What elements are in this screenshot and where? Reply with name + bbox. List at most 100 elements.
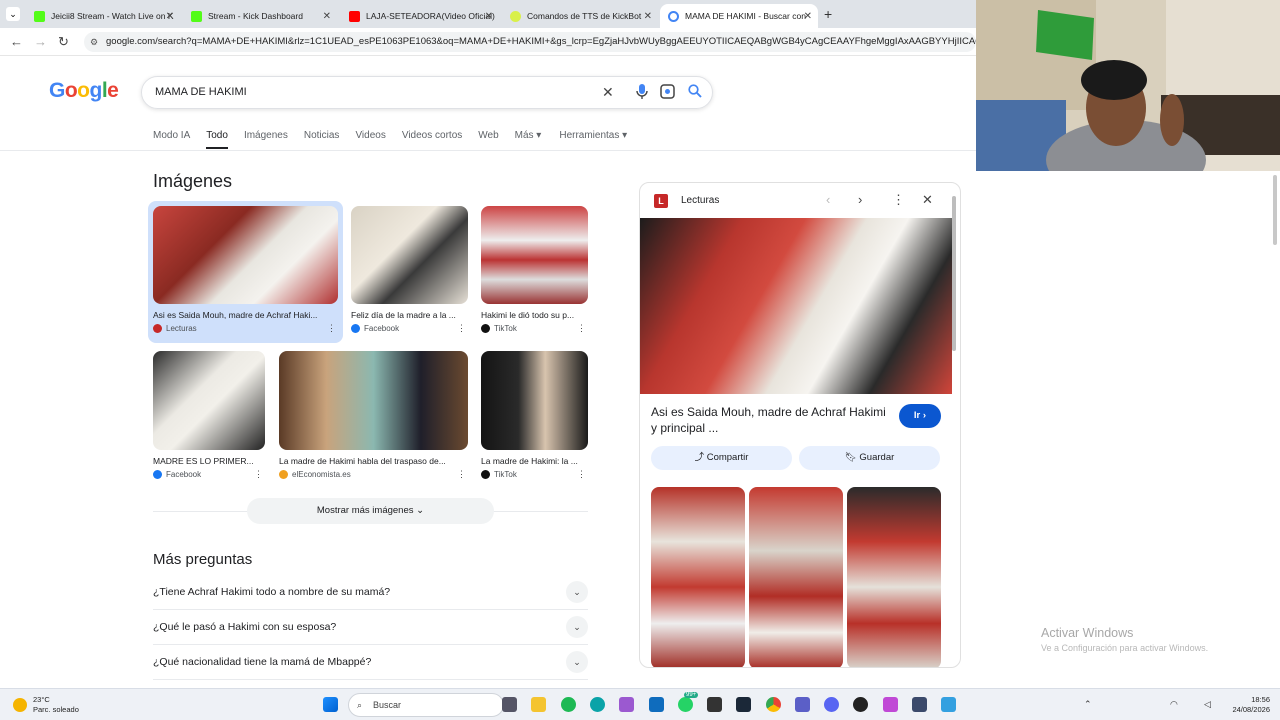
windows-start-icon[interactable] <box>323 697 338 712</box>
store-icon[interactable] <box>707 697 722 712</box>
related-image[interactable] <box>651 487 745 667</box>
clock[interactable]: 18:56 24/08/2026 <box>1226 695 1270 715</box>
image-caption[interactable]: La madre de Hakimi habla del traspaso de… <box>279 456 468 466</box>
close-tab-icon[interactable]: ✕ <box>485 11 493 22</box>
image-caption[interactable]: Hakimi le dió todo su p... <box>481 310 588 320</box>
preview-caption[interactable]: Asi es Saida Mouh, madre de Achraf Hakim… <box>651 404 886 436</box>
chevron-down-icon[interactable]: ⌄ <box>566 616 588 638</box>
tab-videos-cortos[interactable]: Videos cortos <box>402 130 462 149</box>
more-options-icon[interactable]: ⋮ <box>254 469 263 480</box>
tray-chevron-icon[interactable]: ⌃ <box>1084 699 1092 710</box>
close-tab-icon[interactable]: ✕ <box>804 11 812 22</box>
image-thumbnail[interactable] <box>481 206 588 304</box>
wifi-icon[interactable]: ◠ <box>1170 699 1178 710</box>
image-thumbnail[interactable] <box>481 351 588 450</box>
more-options-icon[interactable]: ⋮ <box>327 323 336 334</box>
tab-modo-ia[interactable]: Modo IA <box>153 130 190 149</box>
site-info-icon[interactable]: ⚙ <box>90 32 98 52</box>
tab-search-button[interactable]: ⌄ <box>6 7 20 21</box>
related-image[interactable] <box>847 487 941 667</box>
task-view-icon[interactable] <box>502 697 517 712</box>
volume-icon[interactable]: ◁ <box>1204 699 1211 710</box>
image-thumbnail[interactable] <box>153 351 265 450</box>
more-options-icon[interactable]: ⋮ <box>577 323 586 334</box>
address-bar[interactable]: ⚙ google.com/search?q=MAMA+DE+HAKIMI&rlz=… <box>84 32 976 52</box>
search-box[interactable]: MAMA DE HAKIMI ✕ <box>141 76 713 109</box>
app-icon[interactable] <box>883 697 898 712</box>
image-caption[interactable]: Asi es Saida Mouh, madre de Achraf Haki.… <box>153 310 338 320</box>
save-button[interactable]: 🔖︎ Guardar <box>799 446 940 470</box>
browser-tab-4[interactable]: Comandos de TTS de KickBot ✕ <box>502 4 658 28</box>
copilot-icon[interactable] <box>619 697 634 712</box>
share-button[interactable]: ⤴ Compartir <box>651 446 792 470</box>
panel-scrollbar[interactable] <box>952 196 956 351</box>
edge-icon[interactable] <box>590 697 605 712</box>
more-options-icon[interactable]: ⋮ <box>457 469 466 480</box>
discord-icon[interactable] <box>824 697 839 712</box>
image-result-4[interactable]: MADRE ES LO PRIMER... Facebook ⋮ <box>153 351 265 479</box>
browser-tab-2[interactable]: Stream - Kick Dashboard ✕ <box>183 4 337 28</box>
image-caption[interactable]: Feliz día de la madre a la ... <box>351 310 468 320</box>
image-caption[interactable]: La madre de Hakimi: la ... <box>481 456 588 466</box>
faq-item[interactable]: ¿Qué le pasó a Hakimi con su esposa? ⌄ <box>153 610 588 645</box>
close-tab-icon[interactable]: ✕ <box>323 11 331 22</box>
chrome-icon[interactable] <box>766 697 781 712</box>
back-icon[interactable]: ← <box>10 34 23 49</box>
browser-tab-5[interactable]: MAMA DE HAKIMI - Buscar con ✕ <box>660 4 818 28</box>
lens-icon[interactable] <box>660 84 675 102</box>
steam-icon[interactable] <box>736 697 751 712</box>
image-result-6[interactable]: La madre de Hakimi: la ... TikTok ⋮ <box>481 351 588 479</box>
spotify-icon[interactable] <box>561 697 576 712</box>
taskbar-search[interactable]: ⌕ Buscar <box>348 693 504 717</box>
obs-icon[interactable] <box>853 697 868 712</box>
reload-icon[interactable]: ↻ <box>58 34 69 50</box>
more-options-icon[interactable]: ⋮ <box>892 192 905 208</box>
tab-herramientas[interactable]: Herramientas ▾ <box>559 130 627 149</box>
browser-tab-3[interactable]: LAJA-SETEADORA(Video Oficial) ✕ <box>341 4 499 28</box>
chevron-down-icon[interactable]: ⌄ <box>566 651 588 673</box>
tab-videos[interactable]: Videos <box>355 130 385 149</box>
image-thumbnail[interactable] <box>153 206 338 304</box>
faq-item[interactable]: ¿Qué nacionalidad tiene la mamá de Mbapp… <box>153 645 588 680</box>
image-caption[interactable]: MADRE ES LO PRIMER... <box>153 456 265 466</box>
notepad-icon[interactable] <box>941 697 956 712</box>
whatsapp-icon[interactable] <box>678 697 693 712</box>
previous-icon[interactable]: ‹ <box>826 192 830 207</box>
tab-web[interactable]: Web <box>478 130 498 149</box>
microphone-icon[interactable] <box>636 84 648 103</box>
close-tab-icon[interactable]: ✕ <box>166 11 174 22</box>
image-thumbnail[interactable] <box>279 351 468 450</box>
more-options-icon[interactable]: ⋮ <box>577 469 586 480</box>
panel-source[interactable]: Lecturas <box>681 195 719 206</box>
show-more-images-button[interactable]: Mostrar más imágenes ⌄ <box>247 498 494 524</box>
tab-todo[interactable]: Todo <box>206 130 228 149</box>
image-result-2[interactable]: Feliz día de la madre a la ... Facebook ⋮ <box>351 206 468 333</box>
close-tab-icon[interactable]: ✕ <box>644 11 652 22</box>
search-icon[interactable] <box>688 84 702 101</box>
image-result-5[interactable]: La madre de Hakimi habla del traspaso de… <box>279 351 468 479</box>
search-input[interactable]: MAMA DE HAKIMI <box>155 86 247 98</box>
related-image[interactable] <box>749 487 843 667</box>
image-result-1[interactable]: Asi es Saida Mouh, madre de Achraf Haki.… <box>153 206 338 333</box>
app-icon[interactable] <box>912 697 927 712</box>
outlook-icon[interactable] <box>649 697 664 712</box>
tab-mas[interactable]: Más ▾ <box>515 130 542 149</box>
preview-image[interactable]: ⌕ <box>640 218 952 394</box>
weather-widget[interactable]: 23°C Parc. soleado <box>13 695 79 715</box>
clear-icon[interactable]: ✕ <box>602 84 614 101</box>
go-button[interactable]: Ir › <box>899 404 941 428</box>
next-icon[interactable]: › <box>858 192 862 207</box>
forward-icon[interactable]: → <box>34 34 47 49</box>
faq-item[interactable]: ¿Tiene Achraf Hakimi todo a nombre de su… <box>153 575 588 610</box>
tab-imagenes[interactable]: Imágenes <box>244 130 288 149</box>
new-tab-button[interactable]: + <box>824 6 832 22</box>
chevron-down-icon[interactable]: ⌄ <box>566 581 588 603</box>
page-scrollbar[interactable] <box>1273 175 1277 245</box>
file-explorer-icon[interactable] <box>531 697 546 712</box>
image-thumbnail[interactable] <box>351 206 468 304</box>
google-logo[interactable]: Google <box>49 79 119 103</box>
close-icon[interactable]: ✕ <box>922 192 933 208</box>
image-result-3[interactable]: Hakimi le dió todo su p... TikTok ⋮ <box>481 206 588 333</box>
browser-tab-1[interactable]: Jeicii8 Stream - Watch Live on K ✕ <box>26 4 180 28</box>
tab-noticias[interactable]: Noticias <box>304 130 340 149</box>
